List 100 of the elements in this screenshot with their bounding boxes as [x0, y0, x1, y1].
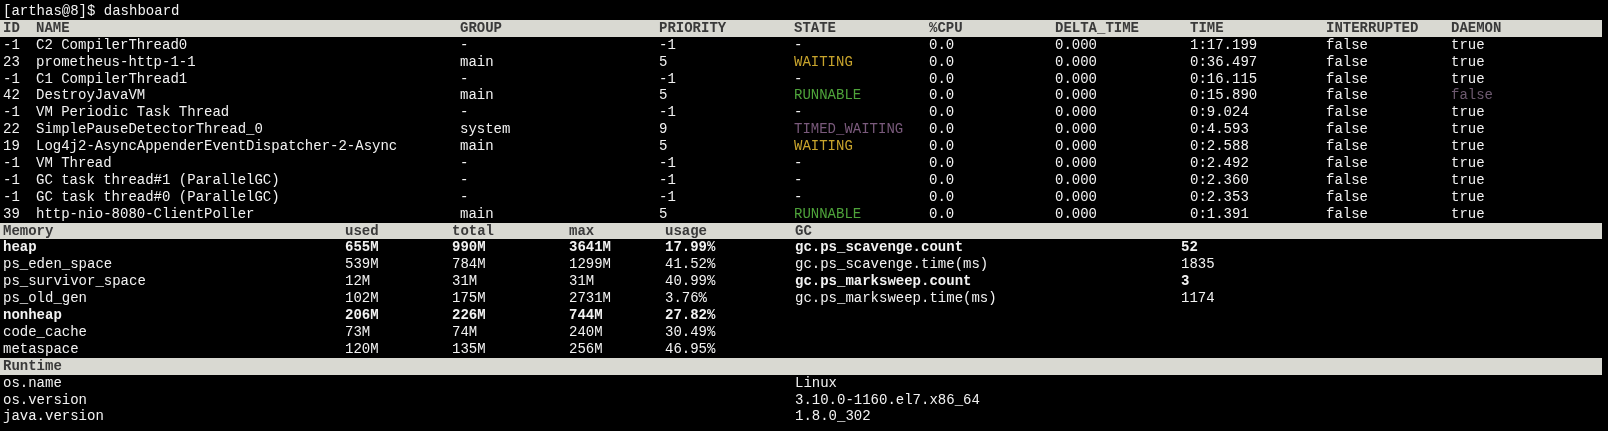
table-cell-text: -1: [3, 70, 21, 88]
table-cell-text: 0.000: [1055, 171, 1098, 189]
table-cell-text: main: [460, 87, 495, 105]
table-cell-text: 3.76%: [665, 290, 708, 308]
table-cell-text: 3.10.0-1160.el7.x86_64: [795, 391, 981, 409]
table-cell-text: 0.000: [1055, 155, 1098, 172]
table-cell-text: 0:16.115: [1190, 70, 1259, 88]
table-cell-text: main: [460, 138, 495, 156]
table-cell-text: false: [1326, 171, 1369, 189]
table-cell-text: 17.99%: [665, 239, 717, 257]
table-cell-text: 52: [1181, 239, 1199, 257]
table-cell-text: 990M: [452, 239, 487, 257]
table-cell-text: 0.0: [929, 104, 956, 122]
table-cell-text: 226M: [452, 307, 487, 324]
table-cell-text: heap: [3, 239, 38, 257]
table-cell-text: -1: [3, 36, 21, 54]
table-cell-text: VM Thread: [36, 155, 113, 172]
table-cell-text: true: [1451, 188, 1486, 206]
table-cell-text: -: [794, 104, 804, 122]
table-cell-text: -1: [659, 70, 677, 88]
table-cell-text: 0.0: [929, 138, 956, 156]
table-cell-text: C2 CompilerThread0: [36, 36, 189, 54]
table-cell-text: 1.8.0_302: [795, 408, 872, 426]
table-cell-text: false: [1326, 121, 1369, 139]
table-cell-text: 0:2.492: [1190, 155, 1250, 172]
table-cell-text: nonheap: [3, 307, 63, 324]
table-cell-text: 1835: [1181, 256, 1216, 274]
table-cell-text: 0.0: [929, 205, 956, 223]
table-cell-text: system: [460, 121, 512, 139]
table-cell-text: 0.0: [929, 188, 956, 206]
table-cell-text: gc.ps_scavenge.count: [795, 239, 965, 257]
table-cell-text: C1 CompilerThread1: [36, 70, 189, 88]
table-cell-text: true: [1451, 171, 1486, 189]
table-cell-text: 0.000: [1055, 205, 1098, 223]
table-cell-text: VM Periodic Task Thread: [36, 104, 231, 122]
table-cell-text: true: [1451, 155, 1486, 172]
column-header: GC: [795, 222, 813, 240]
table-cell-text: -: [794, 171, 804, 189]
table-cell-text: -1: [659, 188, 677, 206]
table-cell-text: false: [1326, 188, 1369, 206]
column-header: STATE: [794, 19, 837, 37]
table-cell-text: 1:17.199: [1190, 36, 1259, 54]
table-cell-text: false: [1451, 87, 1494, 105]
table-cell-text: true: [1451, 53, 1486, 71]
table-cell-text: -1: [3, 155, 21, 172]
table-cell-text: -1: [3, 171, 21, 189]
table-cell-text: 240M: [569, 323, 604, 341]
table-cell-text: 5: [659, 138, 669, 156]
command-prompt: [arthas@8]$ dashboard: [2, 3, 181, 20]
table-cell-text: 0:2.588: [1190, 138, 1250, 156]
table-cell-text: 256M: [569, 340, 604, 358]
table-cell-text: 0.0: [929, 121, 956, 139]
table-cell-text: -: [460, 188, 470, 206]
table-cell-text: 0.0: [929, 36, 956, 54]
table-cell-text: ps_old_gen: [3, 290, 88, 308]
table-cell-text: 655M: [345, 239, 380, 257]
table-cell-text: os.name: [3, 374, 63, 392]
table-cell-text: 0:1.391: [1190, 205, 1250, 223]
table-cell-text: 46.95%: [665, 340, 717, 358]
table-cell-text: os.version: [3, 391, 88, 409]
table-cell-text: -: [460, 155, 470, 172]
table-cell-text: true: [1451, 36, 1486, 54]
table-cell-text: -1: [659, 171, 677, 189]
table-cell-text: true: [1451, 104, 1486, 122]
column-header: INTERRUPTED: [1326, 19, 1420, 37]
table-cell-text: 0.000: [1055, 104, 1098, 122]
table-cell-text: 27.82%: [665, 307, 717, 324]
table-cell-text: -: [794, 36, 804, 54]
table-cell-text: false: [1326, 104, 1369, 122]
table-cell-text: 5: [659, 205, 669, 223]
table-cell-text: true: [1451, 121, 1486, 139]
table-cell-text: http-nio-8080-ClientPoller: [36, 205, 256, 223]
table-cell-text: 0.000: [1055, 138, 1098, 156]
table-cell-text: false: [1326, 87, 1369, 105]
table-cell-text: 0:36.497: [1190, 53, 1259, 71]
table-cell-text: GC task thread#0 (ParallelGC): [36, 188, 281, 206]
table-cell-text: RUNNABLE: [794, 205, 863, 223]
table-cell-text: main: [460, 53, 495, 71]
table-cell-text: true: [1451, 70, 1486, 88]
table-cell-text: 3: [1181, 273, 1191, 291]
table-cell-text: 0.0: [929, 87, 956, 105]
table-cell-text: 784M: [452, 256, 487, 274]
table-cell-text: prometheus-http-1-1: [36, 53, 197, 71]
table-cell-text: 0.000: [1055, 87, 1098, 105]
table-cell-text: 9: [659, 121, 669, 139]
table-cell-text: SimplePauseDetectorThread_0: [36, 121, 264, 139]
table-cell-text: 0:2.353: [1190, 188, 1250, 206]
table-cell-text: 175M: [452, 290, 487, 308]
table-cell-text: 19: [3, 138, 21, 156]
table-cell-text: code_cache: [3, 323, 88, 341]
table-cell-text: Log4j2-AsyncAppenderEventDispatcher-2-Async: [36, 138, 399, 156]
table-cell-text: -: [794, 155, 804, 172]
table-cell-text: -1: [3, 104, 21, 122]
table-cell-text: false: [1326, 138, 1369, 156]
table-cell-text: -: [794, 188, 804, 206]
table-cell-text: TIMED_WAITING: [794, 121, 905, 139]
table-cell-text: GC task thread#1 (ParallelGC): [36, 171, 281, 189]
table-cell-text: false: [1326, 53, 1369, 71]
table-cell-text: 135M: [452, 340, 487, 358]
table-cell-text: 1299M: [569, 256, 612, 274]
